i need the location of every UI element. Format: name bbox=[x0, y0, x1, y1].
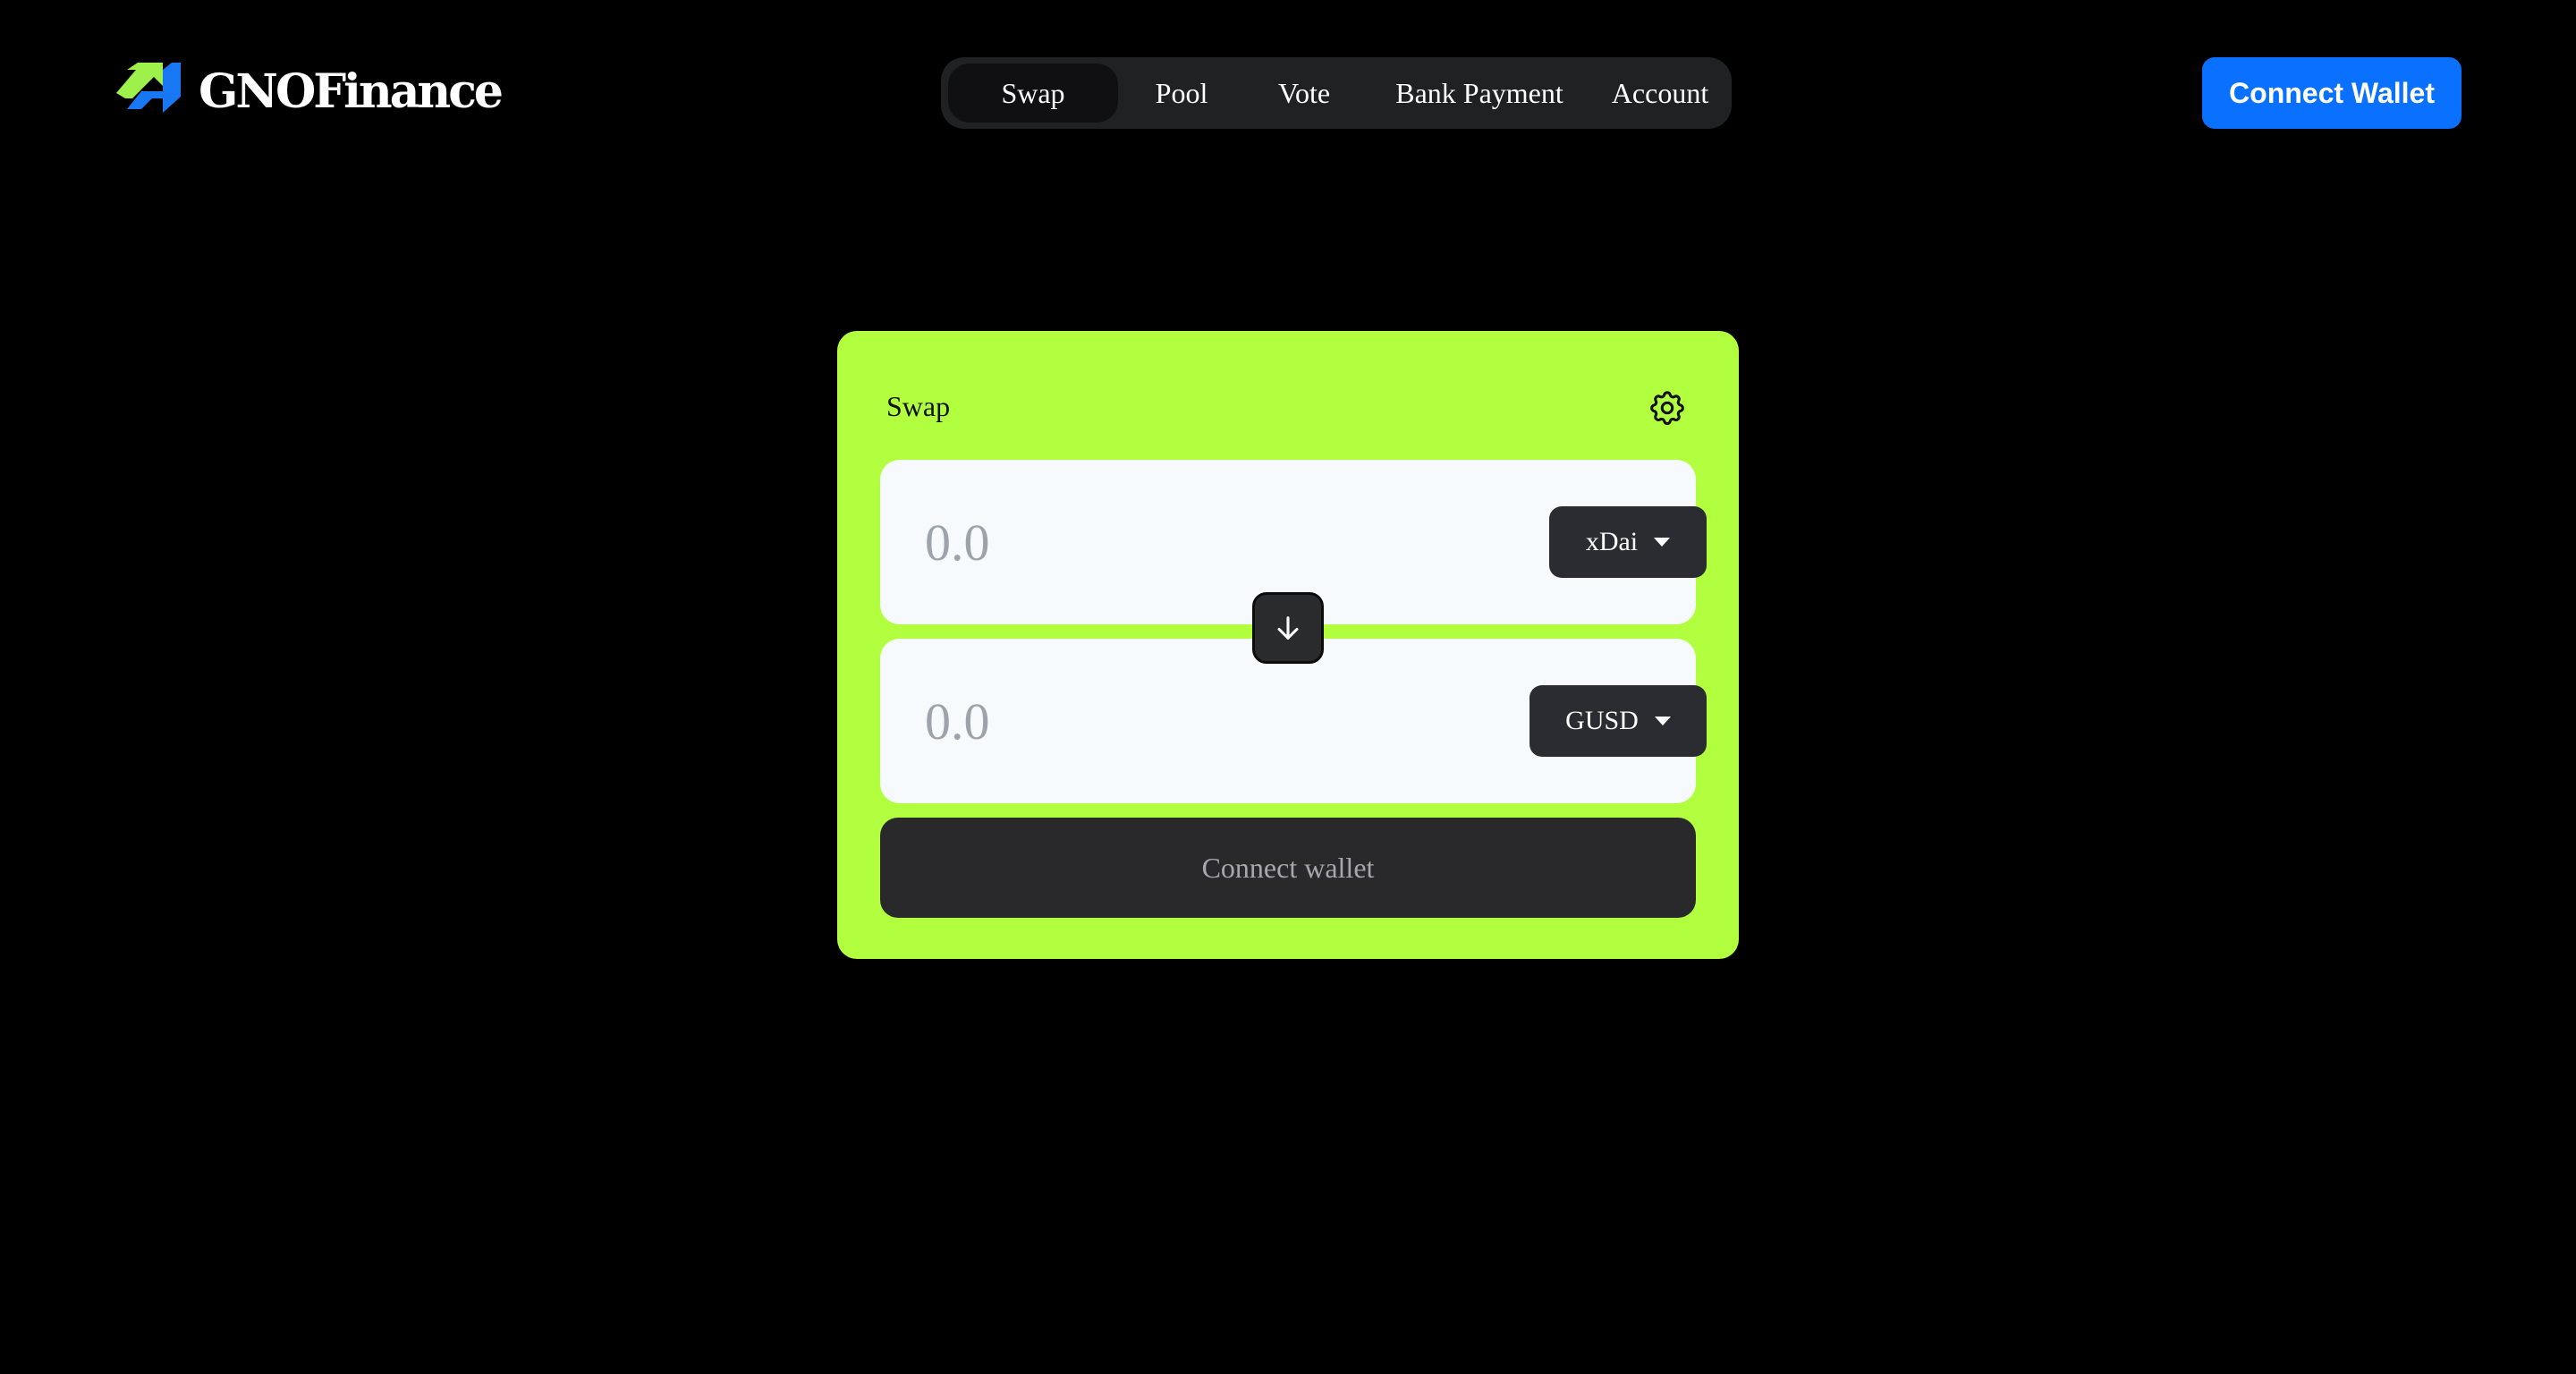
to-amount-input[interactable] bbox=[925, 683, 1426, 759]
arrow-up-right-icon bbox=[116, 63, 181, 113]
swap-connect-wallet-button[interactable]: Connect wallet bbox=[880, 818, 1696, 918]
settings-button[interactable] bbox=[1646, 386, 1689, 429]
nav-item-account[interactable]: Account bbox=[1596, 64, 1724, 123]
caret-down-icon bbox=[1654, 717, 1671, 725]
nav-item-pool[interactable]: Pool bbox=[1118, 64, 1245, 123]
swap-card: Swap xDai GUSD Connect wallet bbox=[837, 331, 1739, 959]
nav-item-bank-payment[interactable]: Bank Payment bbox=[1363, 64, 1596, 123]
from-token-select[interactable]: xDai bbox=[1549, 506, 1707, 578]
arrow-down-icon bbox=[1277, 616, 1299, 640]
main-nav: Swap Pool Vote Bank Payment Account bbox=[941, 57, 1732, 129]
from-amount-input[interactable] bbox=[925, 505, 1426, 580]
nav-item-vote[interactable]: Vote bbox=[1245, 64, 1363, 123]
connect-wallet-button[interactable]: Connect Wallet bbox=[2202, 57, 2462, 129]
gear-icon bbox=[1650, 391, 1684, 426]
swap-direction-button[interactable] bbox=[1252, 592, 1324, 664]
brand-name: GNOFinance bbox=[199, 64, 504, 119]
caret-down-icon bbox=[1654, 538, 1671, 547]
to-token-select[interactable]: GUSD bbox=[1530, 685, 1707, 757]
to-token-label: GUSD bbox=[1565, 706, 1639, 735]
from-token-label: xDai bbox=[1585, 527, 1639, 556]
nav-item-swap[interactable]: Swap bbox=[948, 64, 1118, 123]
brand-logo[interactable]: GNOFinance bbox=[116, 63, 504, 122]
swap-title: Swap bbox=[886, 390, 951, 422]
